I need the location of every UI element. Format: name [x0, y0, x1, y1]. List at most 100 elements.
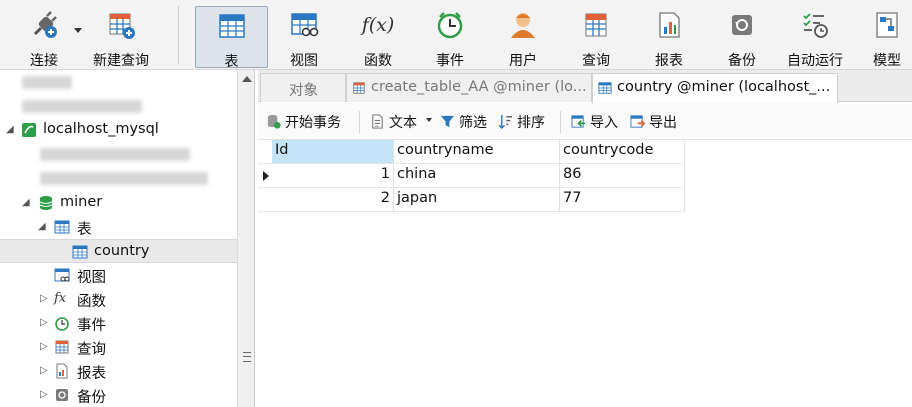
tab-create-table[interactable]: create_table_AA @miner (lo...: [346, 73, 592, 102]
query-label: 查询: [582, 53, 610, 69]
begin-transaction-label: 开始事务: [285, 115, 341, 131]
tree-item-blurred-connection[interactable]: [0, 94, 237, 118]
text-button[interactable]: 文本: [370, 112, 436, 132]
query-icon: [353, 82, 365, 94]
tree-item-events[interactable]: ▷ 事件: [0, 311, 237, 335]
sort-icon: [498, 114, 513, 129]
scroll-up-arrow-icon[interactable]: [242, 76, 252, 82]
table-country-label: country: [94, 243, 150, 259]
expand-arrow-icon[interactable]: ◢: [38, 221, 46, 232]
tree-item-functions[interactable]: ▷ fx 函数: [0, 287, 237, 311]
report-icon: [659, 12, 680, 38]
collapse-arrow-icon[interactable]: ▷: [40, 341, 48, 352]
tab-country[interactable]: country @miner (localhost_...: [592, 73, 838, 103]
table-icon: [218, 14, 245, 38]
scroll-thumb-grip[interactable]: [243, 352, 251, 362]
begin-transaction-button[interactable]: 开始事务: [266, 112, 352, 132]
collapse-arrow-icon[interactable]: ▷: [40, 365, 48, 376]
table-cell-countryname[interactable]: china: [394, 164, 560, 188]
blurred-text: [40, 148, 190, 161]
table-button[interactable]: 表: [195, 6, 268, 70]
sidebar-scrollbar[interactable]: [237, 70, 255, 407]
main-toolbar: 连接 新建查询 表 视图 f(x) 函数 事件 用户 查询 报表 备份 自动运行…: [0, 0, 912, 70]
table-cell-countrycode[interactable]: 77: [560, 188, 685, 212]
backups-label: 备份: [77, 390, 106, 406]
reports-label: 报表: [77, 366, 106, 382]
tree-item-database[interactable]: ◢ miner: [0, 191, 237, 215]
tree-item-blurred-connection[interactable]: [0, 70, 237, 94]
import-button[interactable]: 导入: [571, 112, 623, 132]
user-button[interactable]: 用户: [495, 6, 551, 69]
transaction-icon: [267, 114, 281, 129]
model-button[interactable]: 模型: [862, 6, 912, 69]
tree-item-tables[interactable]: ◢ 表: [0, 215, 237, 239]
table-icon: [72, 245, 88, 259]
table-cell-countryname[interactable]: japan: [394, 188, 560, 212]
tab-objects[interactable]: 对象: [260, 73, 346, 102]
tree-item-queries[interactable]: ▷ 查询: [0, 335, 237, 359]
report-icon: [56, 363, 68, 379]
user-icon: [511, 13, 535, 38]
event-button[interactable]: 事件: [422, 6, 478, 69]
queries-label: 查询: [77, 342, 106, 358]
table-cell-id[interactable]: 1: [272, 164, 394, 188]
function-button[interactable]: f(x) 函数: [350, 6, 406, 69]
collapse-arrow-icon[interactable]: ▷: [40, 317, 48, 328]
clock-icon: [437, 12, 463, 39]
toolbar-divider: [560, 111, 561, 133]
autorun-button[interactable]: 自动运行: [782, 6, 848, 69]
column-header-countryname[interactable]: countryname: [394, 140, 560, 164]
tree-item-blurred-database[interactable]: [0, 166, 237, 190]
collapse-arrow-icon[interactable]: ▷: [40, 293, 48, 304]
tree-item-blurred-database[interactable]: [0, 142, 237, 166]
tab-create-table-label: create_table_AA @miner (lo...: [371, 79, 587, 95]
tree-item-connection[interactable]: ◢ localhost_mysql: [0, 118, 237, 142]
import-icon: [571, 115, 586, 128]
filter-button[interactable]: 筛选: [440, 112, 492, 132]
current-row-arrow-icon: [263, 171, 269, 181]
sort-button[interactable]: 排序: [498, 112, 550, 132]
table-cell-countrycode[interactable]: 86: [560, 164, 685, 188]
database-icon: [39, 196, 53, 210]
tree-item-table-country[interactable]: country: [0, 239, 237, 263]
function-icon: fx: [54, 291, 67, 306]
expand-arrow-icon[interactable]: ◢: [6, 124, 14, 135]
report-label: 报表: [655, 53, 683, 69]
tree-item-reports[interactable]: ▷ 报表: [0, 359, 237, 383]
connect-button[interactable]: 连接: [18, 6, 70, 69]
query-button[interactable]: 查询: [568, 6, 624, 69]
mysql-connection-icon: [22, 123, 36, 137]
row-pointer[interactable]: [258, 188, 272, 212]
backup-button[interactable]: 备份: [714, 6, 770, 69]
collapse-arrow-icon[interactable]: ▷: [40, 389, 48, 400]
event-label: 事件: [436, 53, 464, 69]
query-icon: [585, 13, 607, 37]
export-button[interactable]: 导出: [630, 112, 682, 132]
function-icon: f(x): [361, 14, 395, 36]
tree-item-backups[interactable]: ▷ 备份: [0, 383, 237, 407]
connect-dropdown-icon[interactable]: [74, 28, 82, 33]
new-query-button[interactable]: 新建查询: [88, 6, 154, 69]
row-pointer[interactable]: [258, 164, 272, 188]
view-button[interactable]: 视图: [276, 6, 332, 69]
toolbar-divider: [178, 6, 179, 64]
expand-arrow-icon[interactable]: ◢: [22, 197, 30, 208]
report-button[interactable]: 报表: [641, 6, 697, 69]
tab-country-label: country @miner (localhost_...: [617, 79, 831, 95]
export-label: 导出: [649, 115, 677, 131]
database-label: miner: [60, 194, 103, 210]
tree-item-views[interactable]: 视图: [0, 263, 237, 287]
column-header-countrycode[interactable]: countrycode: [560, 140, 685, 164]
clock-icon: [55, 317, 69, 331]
column-header-id[interactable]: Id: [272, 140, 394, 164]
navigation-tree: ◢ localhost_mysql ◢ miner ◢ 表 country 视图…: [0, 70, 237, 407]
blurred-text: [22, 76, 72, 89]
view-label: 视图: [290, 53, 318, 69]
connection-label: localhost_mysql: [43, 121, 159, 137]
table-cell-id[interactable]: 2: [272, 188, 394, 212]
connect-label: 连接: [30, 53, 58, 69]
text-dropdown-icon[interactable]: [426, 118, 432, 122]
tables-label: 表: [77, 222, 92, 238]
blurred-text: [22, 100, 142, 113]
autorun-label: 自动运行: [787, 53, 843, 69]
